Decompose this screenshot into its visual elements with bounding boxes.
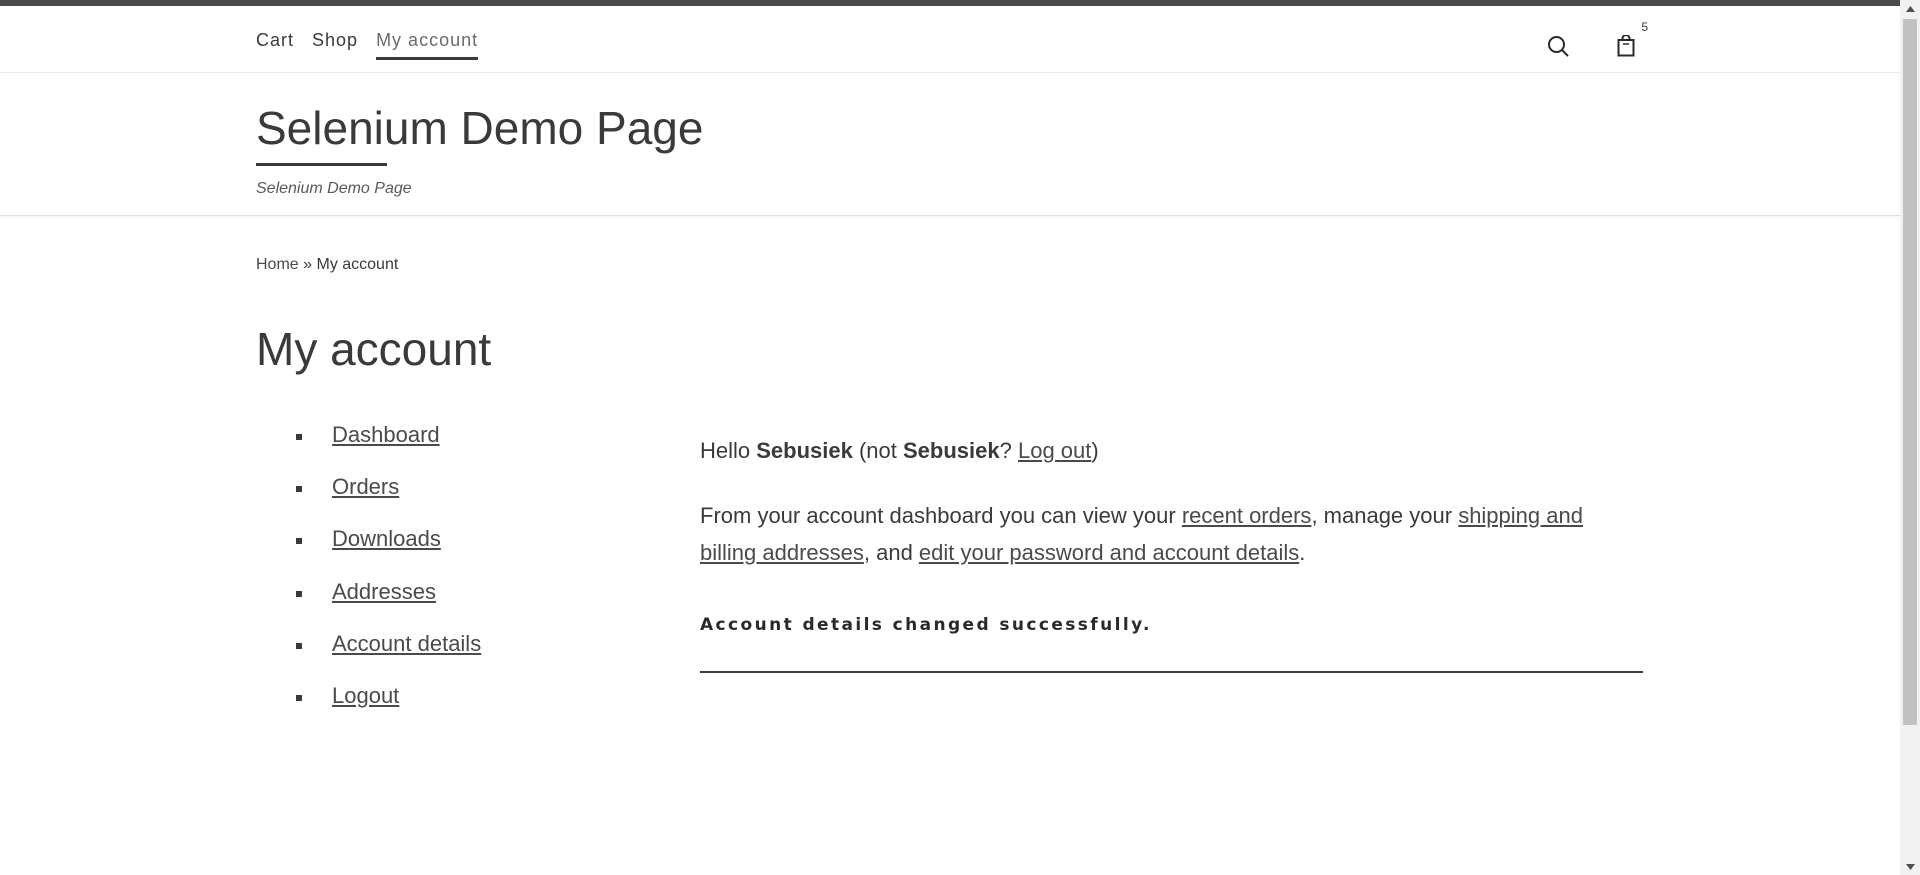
page: Cart Shop My account 5 Selenium Demo Pag… [0, 0, 1900, 875]
dashboard-paragraph: From your account dashboard you can view… [700, 497, 1643, 571]
nav-shop[interactable]: Shop [312, 30, 358, 60]
greeting-username: Sebusiek [756, 438, 853, 463]
account-nav-link-addresses[interactable]: Addresses [332, 579, 436, 605]
bullet-icon [296, 434, 302, 440]
account-nav-link-account-details[interactable]: Account details [332, 631, 481, 657]
header-icons: 5 [1546, 20, 1648, 58]
account-navigation: Dashboard Orders Downloads Addresses Acc… [296, 422, 481, 735]
site-description: Selenium Demo Page [256, 180, 412, 197]
header-nav: Cart Shop My account 5 [0, 6, 1900, 73]
bullet-icon [296, 694, 302, 701]
breadcrumb-home[interactable]: Home [256, 256, 299, 273]
dashboard-text-1: From your account dashboard you can view… [700, 503, 1182, 528]
search-button[interactable] [1546, 34, 1570, 58]
bullet-icon [296, 590, 302, 597]
account-details-link[interactable]: edit your password and account details [919, 540, 1299, 565]
primary-menu: Cart Shop My account [256, 30, 479, 60]
greeting-hello-text: Hello [700, 438, 757, 463]
greeting-username-2: Sebusiek [903, 438, 1000, 463]
greeting-question: ? [999, 438, 1018, 463]
greeting-not-text: (not [852, 438, 903, 463]
scroll-up-button[interactable] [1900, 0, 1920, 17]
greeting-close: ) [1091, 438, 1099, 463]
shopping-bag-icon [1617, 35, 1635, 57]
search-icon [1548, 36, 1569, 57]
dashboard-text-3: , and [863, 540, 919, 565]
account-nav-link-logout[interactable]: Logout [332, 683, 399, 709]
bullet-icon [296, 486, 302, 493]
breadcrumb: Home » My account [256, 256, 398, 274]
title-underline [256, 163, 387, 166]
cart-button[interactable]: 5 [1614, 20, 1648, 58]
account-nav-item-account-details: Account details [296, 631, 481, 683]
dashboard-text-4: . [1299, 540, 1306, 565]
bullet-icon [296, 538, 302, 545]
bullet-icon [296, 642, 302, 649]
success-notice: Account details changed successfully. [700, 607, 1643, 673]
scroll-down-arrow-icon [1905, 863, 1915, 870]
site-title[interactable]: Selenium Demo Page [256, 101, 703, 155]
dashboard-text-2: , manage your [1311, 503, 1459, 528]
nav-my-account[interactable]: My account [376, 30, 479, 60]
account-nav-item-dashboard: Dashboard [296, 422, 481, 474]
nav-cart[interactable]: Cart [256, 30, 294, 60]
scroll-thumb[interactable] [1903, 19, 1917, 725]
account-nav-item-orders: Orders [296, 474, 481, 526]
site-branding: Selenium Demo Page Selenium Demo Page [0, 73, 1900, 216]
account-nav-item-downloads: Downloads [296, 526, 481, 578]
account-content: Hello Sebusiek (not Sebusiek? Log out) F… [700, 432, 1643, 673]
scroll-up-arrow-icon [1905, 5, 1915, 12]
cart-count-badge: 5 [1641, 20, 1648, 34]
breadcrumb-current: My account [316, 256, 399, 273]
vertical-scrollbar[interactable] [1900, 0, 1920, 875]
page-title: My account [256, 323, 492, 375]
account-nav-link-downloads[interactable]: Downloads [332, 526, 441, 552]
greeting-paragraph: Hello Sebusiek (not Sebusiek? Log out) [700, 432, 1643, 469]
account-nav-item-logout: Logout [296, 683, 481, 735]
recent-orders-link[interactable]: recent orders [1182, 503, 1312, 528]
account-nav-item-addresses: Addresses [296, 579, 481, 631]
logout-link[interactable]: Log out [1018, 438, 1091, 463]
account-nav-link-orders[interactable]: Orders [332, 474, 399, 500]
breadcrumb-separator: » [298, 256, 317, 273]
scroll-down-button[interactable] [1900, 858, 1920, 875]
account-nav-link-dashboard[interactable]: Dashboard [332, 422, 440, 448]
